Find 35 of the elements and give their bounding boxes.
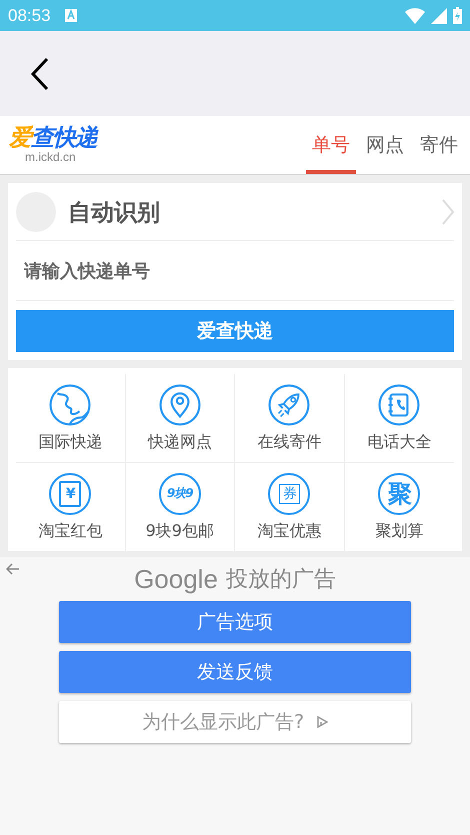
ad-button[interactable]: 广告选项 xyxy=(59,601,411,643)
ad-title: 投放的广告 xyxy=(226,566,336,594)
envelope-icon: ¥ xyxy=(49,472,92,514)
shortcut-item[interactable]: 国际快递 xyxy=(16,374,126,463)
text-icon: 9块9 xyxy=(158,472,201,514)
shortcut-item[interactable]: 9块9 9块9包邮 xyxy=(126,463,235,551)
location-pin-icon xyxy=(158,384,201,426)
shortcut-item[interactable]: 聚 聚划算 xyxy=(344,463,454,551)
shortcut-item[interactable]: 在线寄件 xyxy=(235,374,344,463)
logo-domain: m.ickd.cn xyxy=(24,150,76,164)
shortcut-item[interactable]: 电话大全 xyxy=(344,374,454,463)
status-time: 08:53 xyxy=(8,6,51,26)
shortcut-item[interactable]: 券 淘宝优惠 xyxy=(235,463,344,551)
coupon-icon: 券 xyxy=(268,472,310,514)
tab[interactable]: 寄件 xyxy=(414,116,464,174)
shortcut-item[interactable]: ¥ 淘宝红包 xyxy=(16,463,126,551)
shortcut-item[interactable]: 快递网点 xyxy=(126,374,235,463)
ad-button[interactable]: 发送反馈 xyxy=(59,651,411,693)
wifi-icon xyxy=(405,8,425,24)
back-icon[interactable] xyxy=(30,56,50,90)
carrier-name[interactable]: 自动识别 xyxy=(68,196,160,228)
tab[interactable]: 网点 xyxy=(360,116,410,174)
tracking-number-field[interactable]: 请输入快递单号 xyxy=(8,241,462,301)
ad-choices-icon xyxy=(316,715,328,729)
tab[interactable]: 单号 xyxy=(306,116,356,174)
ad-brand: Google xyxy=(134,564,218,594)
back-arrow-icon[interactable] xyxy=(6,563,20,575)
battery-icon xyxy=(453,7,462,24)
rocket-icon xyxy=(268,384,310,426)
logo-title: 爱查快递 xyxy=(9,126,97,150)
signal-icon xyxy=(431,8,447,24)
globe-icon xyxy=(49,384,92,426)
notification-icon xyxy=(64,9,77,22)
text-icon: 聚 xyxy=(378,472,420,514)
phone-book-icon xyxy=(378,384,420,426)
